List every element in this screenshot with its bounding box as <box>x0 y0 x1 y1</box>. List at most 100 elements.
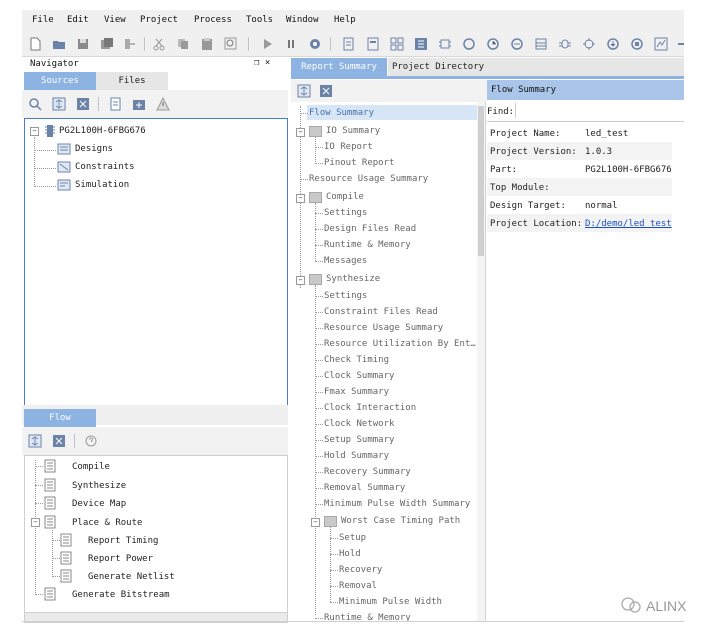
report-icon[interactable] <box>366 37 380 51</box>
gear-icon[interactable] <box>308 37 322 51</box>
bug-icon[interactable] <box>558 37 572 51</box>
add-file-icon[interactable] <box>108 97 122 111</box>
tab-flow[interactable]: Flow <box>24 409 96 427</box>
export-icon[interactable] <box>122 37 136 51</box>
download-icon[interactable] <box>606 37 620 51</box>
rpt-design-files-read[interactable]: Design Files Read <box>324 224 416 234</box>
menu-view[interactable]: View <box>104 15 126 25</box>
more-icon[interactable] <box>674 37 684 51</box>
program-icon[interactable] <box>630 37 644 51</box>
warning-icon[interactable] <box>156 97 170 111</box>
rpt-wc-removal[interactable]: Removal <box>339 581 377 591</box>
flow-place-route[interactable]: Place & Route <box>72 518 142 528</box>
rpt-synth-settings[interactable]: Settings <box>324 291 367 301</box>
paste-icon[interactable] <box>200 37 214 51</box>
flow-generate-bitstream[interactable]: Generate Bitstream <box>72 590 170 600</box>
report-expand-icon[interactable] <box>297 84 311 98</box>
rpt-compile-messages[interactable]: Messages <box>324 256 367 266</box>
rpt-recovery-summary[interactable]: Recovery Summary <box>324 467 411 477</box>
flow-compile[interactable]: Compile <box>72 462 110 472</box>
debug-icon[interactable] <box>582 37 596 51</box>
flow-device-map[interactable]: Device Map <box>72 499 126 509</box>
rpt-setup-summary[interactable]: Setup Summary <box>324 435 394 445</box>
flow-synthesize[interactable]: Synthesize <box>72 481 126 491</box>
row-project-location-link[interactable]: D:/demo/led_test <box>585 219 672 229</box>
menu-project[interactable]: Project <box>140 15 178 25</box>
rpt-constraint-files-read[interactable]: Constraint Files Read <box>324 307 438 317</box>
rpt-resource-utilization[interactable]: Resource Utilization By Ent… <box>324 339 476 349</box>
flow-collapse-icon[interactable] <box>52 434 66 448</box>
menu-window[interactable]: Window <box>286 15 319 25</box>
rpt-wc-hold[interactable]: Hold <box>339 549 361 559</box>
worst-case-expander[interactable]: − <box>311 518 320 527</box>
flow-report-timing[interactable]: Report Timing <box>88 536 158 546</box>
flow-hscrollbar[interactable] <box>25 612 287 621</box>
find-input[interactable] <box>515 103 684 118</box>
pause-icon[interactable] <box>284 37 298 51</box>
waveform-icon[interactable] <box>654 37 668 51</box>
save-all-icon[interactable] <box>100 37 114 51</box>
new-file-icon[interactable] <box>28 37 42 51</box>
copy-icon[interactable] <box>176 37 190 51</box>
menu-help[interactable]: Help <box>334 15 356 25</box>
menu-tools[interactable]: Tools <box>246 15 273 25</box>
rpt-io-summary[interactable]: IO Summary <box>326 126 380 136</box>
rpt-compile-runtime[interactable]: Runtime & Memory <box>324 240 411 250</box>
flow-report-power[interactable]: Report Power <box>88 554 153 564</box>
netlist-icon[interactable] <box>414 37 428 51</box>
root-expander[interactable]: − <box>30 127 39 136</box>
rpt-hold-summary[interactable]: Hold Summary <box>324 451 389 461</box>
open-folder-icon[interactable] <box>52 37 66 51</box>
rpt-wc-setup[interactable]: Setup <box>339 533 366 543</box>
cut-icon[interactable] <box>152 37 166 51</box>
tree-constraints[interactable]: Constraints <box>75 162 135 172</box>
rpt-synth-resource-usage[interactable]: Resource Usage Summary <box>324 323 443 333</box>
menu-file[interactable]: File <box>32 15 54 25</box>
rpt-pinout-report[interactable]: Pinout Report <box>324 158 394 168</box>
help-icon[interactable] <box>84 434 98 448</box>
rpt-check-timing[interactable]: Check Timing <box>324 355 389 365</box>
tab-sources[interactable]: Sources <box>24 72 96 90</box>
chip-icon[interactable] <box>438 37 452 51</box>
report-tree-vscrollbar[interactable] <box>477 102 485 621</box>
menu-process[interactable]: Process <box>194 15 232 25</box>
rpt-worst-case[interactable]: Worst Case Timing Path <box>341 516 460 526</box>
clock-icon[interactable] <box>486 37 500 51</box>
edit-icon[interactable] <box>342 37 356 51</box>
tab-project-directory[interactable]: Project Directory <box>388 58 488 76</box>
rpt-removal-summary[interactable]: Removal Summary <box>324 483 405 493</box>
pin-close-icon[interactable]: ❒ × <box>254 58 270 68</box>
rpt-fmax-summary[interactable]: Fmax Summary <box>324 387 389 397</box>
compile-expander[interactable]: − <box>296 194 305 203</box>
tree-root[interactable]: PG2L100H-6FBG676 <box>59 126 146 136</box>
expand-all-icon[interactable] <box>52 97 66 111</box>
rpt-clock-network[interactable]: Clock Network <box>324 419 394 429</box>
report-collapse-icon[interactable] <box>319 84 333 98</box>
rpt-resource-usage[interactable]: Resource Usage Summary <box>309 174 428 184</box>
rpt-min-pulse-width-summary[interactable]: Minimum Pulse Width Summary <box>324 499 470 509</box>
refresh-icon[interactable] <box>462 37 476 51</box>
rpt-wc-recovery[interactable]: Recovery <box>339 565 382 575</box>
rpt-compile[interactable]: Compile <box>326 192 364 202</box>
search-icon[interactable] <box>28 97 42 111</box>
tree-simulation[interactable]: Simulation <box>75 180 129 190</box>
save-icon[interactable] <box>76 37 90 51</box>
io-expander[interactable]: − <box>296 128 305 137</box>
rpt-clock-interaction[interactable]: Clock Interaction <box>324 403 416 413</box>
rpt-compile-settings[interactable]: Settings <box>324 208 367 218</box>
timing-icon[interactable] <box>510 37 524 51</box>
add-source-icon[interactable] <box>132 97 146 111</box>
rpt-flow-summary[interactable]: Flow Summary <box>309 108 374 118</box>
collapse-all-icon[interactable] <box>76 97 90 111</box>
rpt-synth-runtime[interactable]: Runtime & Memory <box>324 613 411 621</box>
rpt-synthesize[interactable]: Synthesize <box>326 274 380 284</box>
flow-expand-icon[interactable] <box>28 434 42 448</box>
flow-generate-netlist[interactable]: Generate Netlist <box>88 572 175 582</box>
tree-designs[interactable]: Designs <box>75 144 113 154</box>
rpt-clock-summary[interactable]: Clock Summary <box>324 371 394 381</box>
tab-report-summary[interactable]: Report Summary <box>291 58 387 76</box>
find-icon[interactable] <box>224 37 238 51</box>
synthesize-expander[interactable]: − <box>296 276 305 285</box>
table-icon[interactable] <box>534 37 548 51</box>
grid-icon[interactable] <box>390 37 404 51</box>
